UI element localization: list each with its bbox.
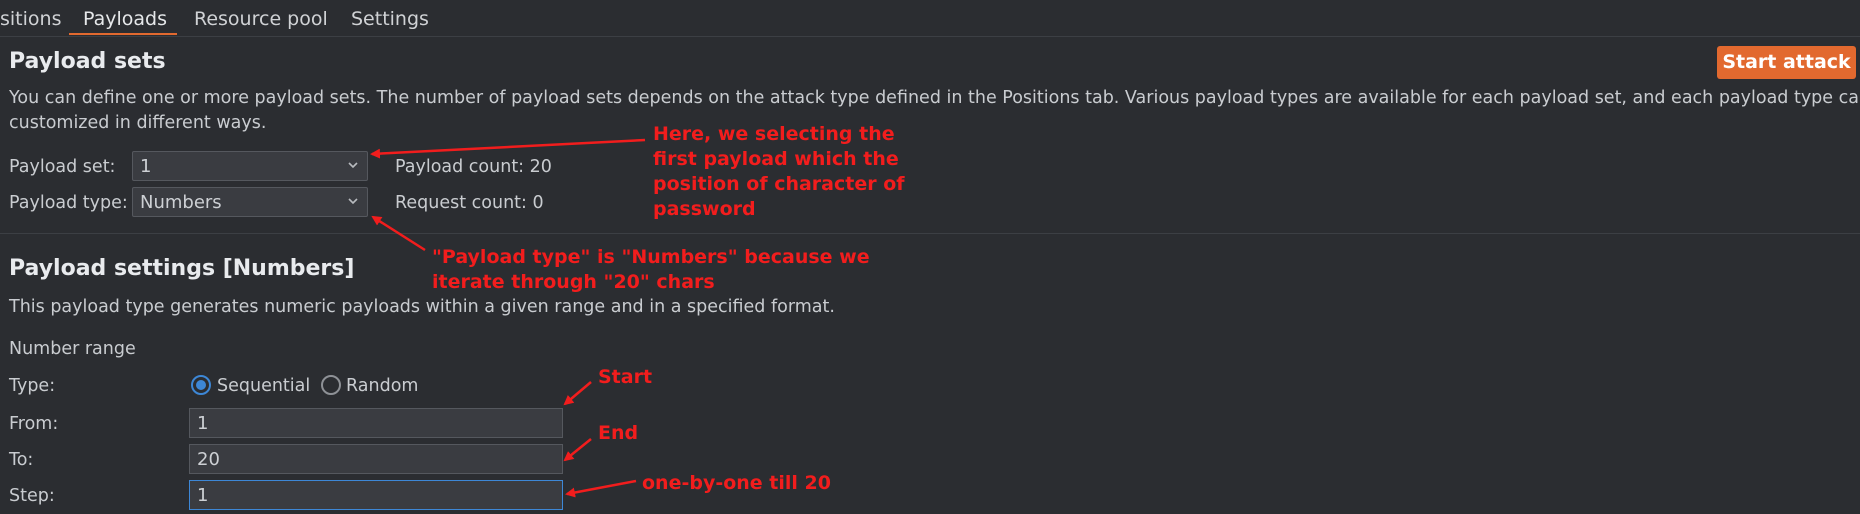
arrow-to-step: [565, 479, 637, 498]
annotation-arrows: [370, 138, 646, 498]
arrow-to-to: [563, 438, 592, 462]
arrow-to-from: [563, 381, 592, 406]
arrow-to-payload-type: [371, 215, 426, 252]
arrow-to-payload-set: [370, 138, 646, 159]
